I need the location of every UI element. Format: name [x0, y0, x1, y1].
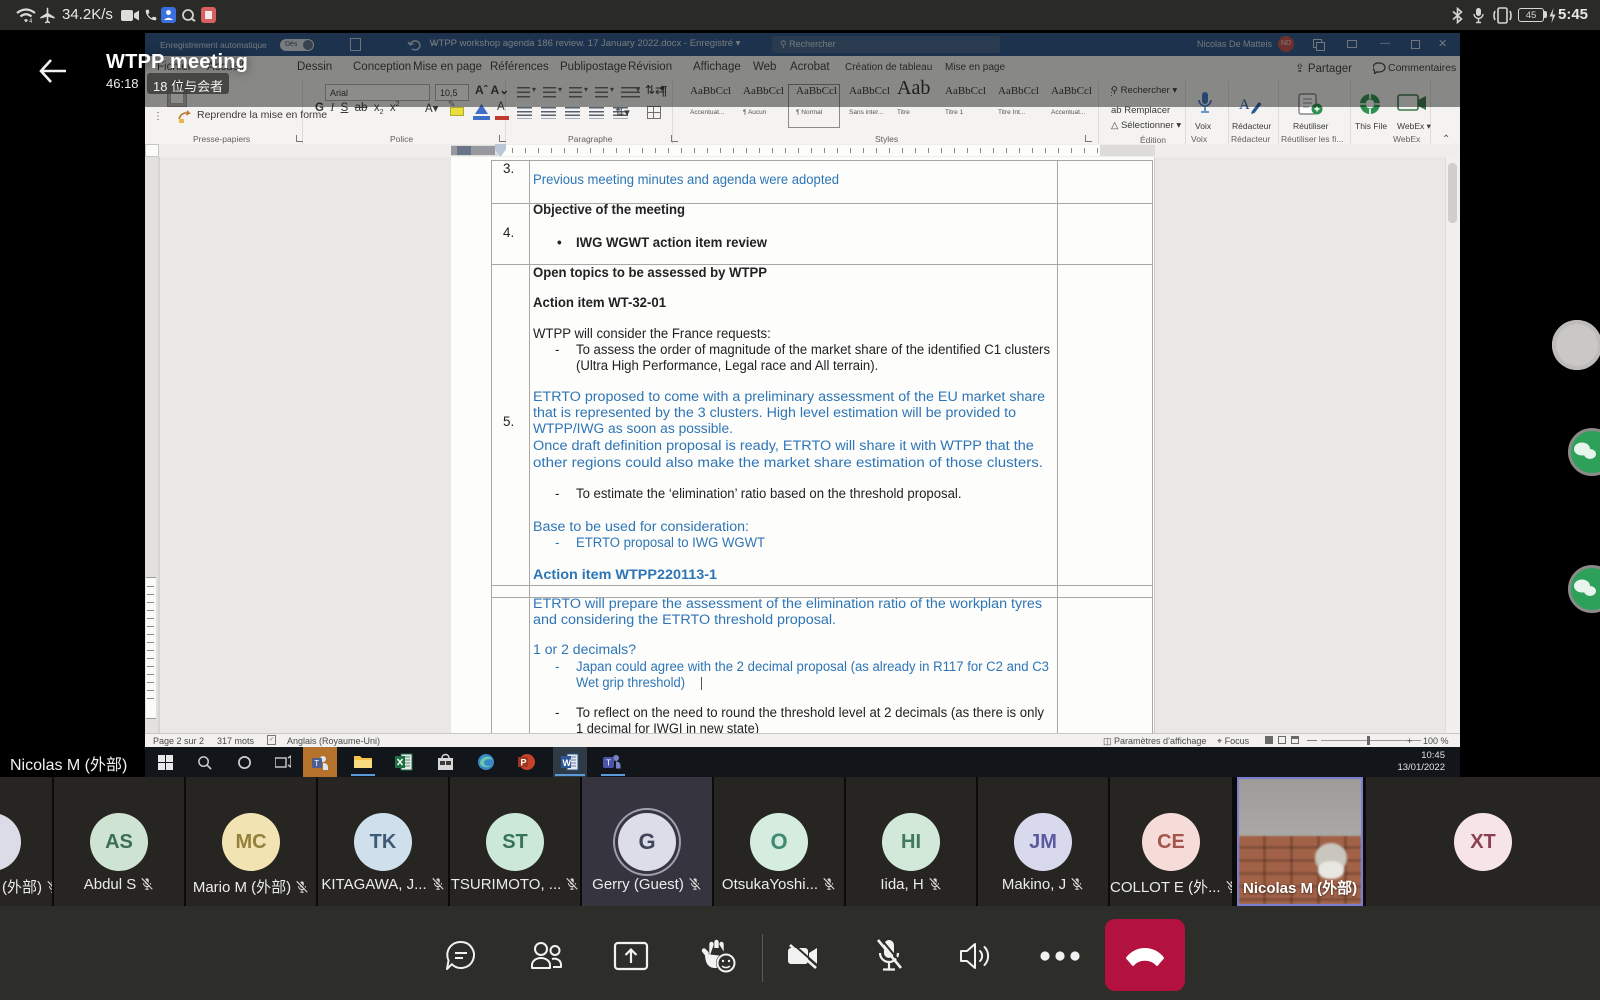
- svg-text:4: 4: [29, 19, 33, 24]
- svg-text:P: P: [521, 758, 527, 768]
- svg-text:T: T: [314, 759, 319, 768]
- svg-text:W: W: [563, 758, 572, 768]
- svg-text:T: T: [606, 758, 611, 768]
